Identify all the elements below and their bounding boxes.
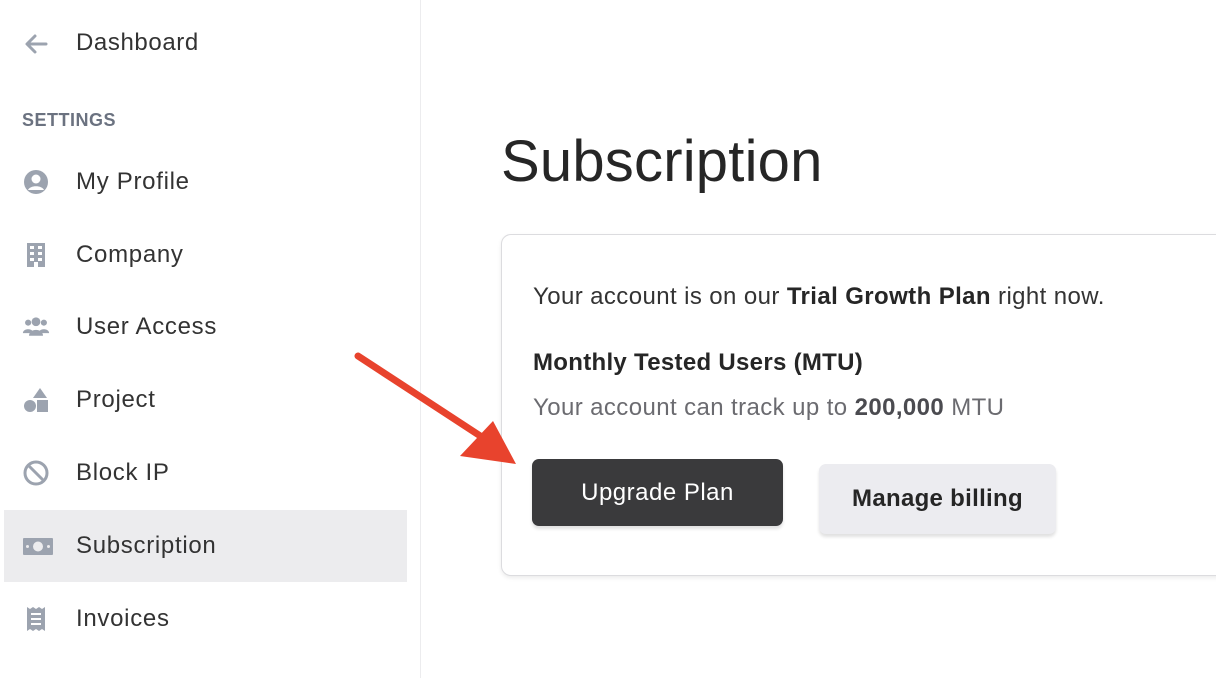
back-to-dashboard-link[interactable]: Dashboard — [0, 8, 407, 78]
manage-billing-button[interactable]: Manage billing — [819, 464, 1056, 534]
mtu-prefix: Your account can track up to — [533, 394, 855, 421]
building-icon — [27, 243, 45, 267]
sidebar-item-label: Company — [76, 241, 184, 268]
receipt-icon — [27, 607, 45, 631]
ban-icon — [23, 460, 49, 486]
sidebar-item-label: Subscription — [76, 532, 217, 559]
subscription-card: Your account is on our Trial Growth Plan… — [501, 234, 1216, 576]
sidebar-item-my-profile[interactable]: My Profile — [4, 146, 407, 218]
plan-prefix: Your account is on our — [533, 283, 787, 310]
money-bill-icon — [23, 538, 53, 555]
plan-status-text: Your account is on our Trial Growth Plan… — [533, 283, 1105, 311]
annotation-arrow-icon — [354, 352, 516, 464]
arrow-left-icon — [25, 34, 48, 54]
sidebar-item-label: Project — [76, 386, 156, 413]
plan-name: Trial Growth Plan — [786, 283, 991, 310]
sidebar-item-label: User Access — [76, 313, 218, 340]
shapes-icon — [24, 388, 48, 412]
sidebar: Dashboard SETTINGS My Profile Company Us… — [0, 0, 421, 678]
sidebar-item-invoices[interactable]: Invoices — [4, 583, 407, 655]
sidebar-item-label: My Profile — [76, 168, 190, 195]
page-title: Subscription — [501, 129, 823, 194]
sidebar-item-company[interactable]: Company — [4, 219, 407, 291]
sidebar-item-subscription[interactable]: Subscription — [4, 510, 407, 582]
back-label: Dashboard — [76, 29, 199, 56]
mtu-limit-text: Your account can track up to 200,000 MTU — [533, 394, 1004, 422]
mtu-suffix: MTU — [944, 394, 1005, 421]
upgrade-plan-button[interactable]: Upgrade Plan — [532, 459, 783, 526]
sidebar-item-block-ip[interactable]: Block IP — [4, 437, 407, 509]
mtu-heading: Monthly Tested Users (MTU) — [533, 349, 864, 376]
user-circle-icon — [24, 170, 48, 194]
mtu-value: 200,000 — [854, 394, 945, 421]
sidebar-item-project[interactable]: Project — [4, 364, 407, 436]
settings-section-label: SETTINGS — [22, 110, 117, 130]
sidebar-item-user-access[interactable]: User Access — [4, 291, 407, 363]
sidebar-item-label: Block IP — [76, 459, 170, 486]
sidebar-item-label: Invoices — [76, 605, 170, 632]
users-icon — [22, 317, 50, 336]
plan-suffix: right now. — [990, 283, 1105, 310]
